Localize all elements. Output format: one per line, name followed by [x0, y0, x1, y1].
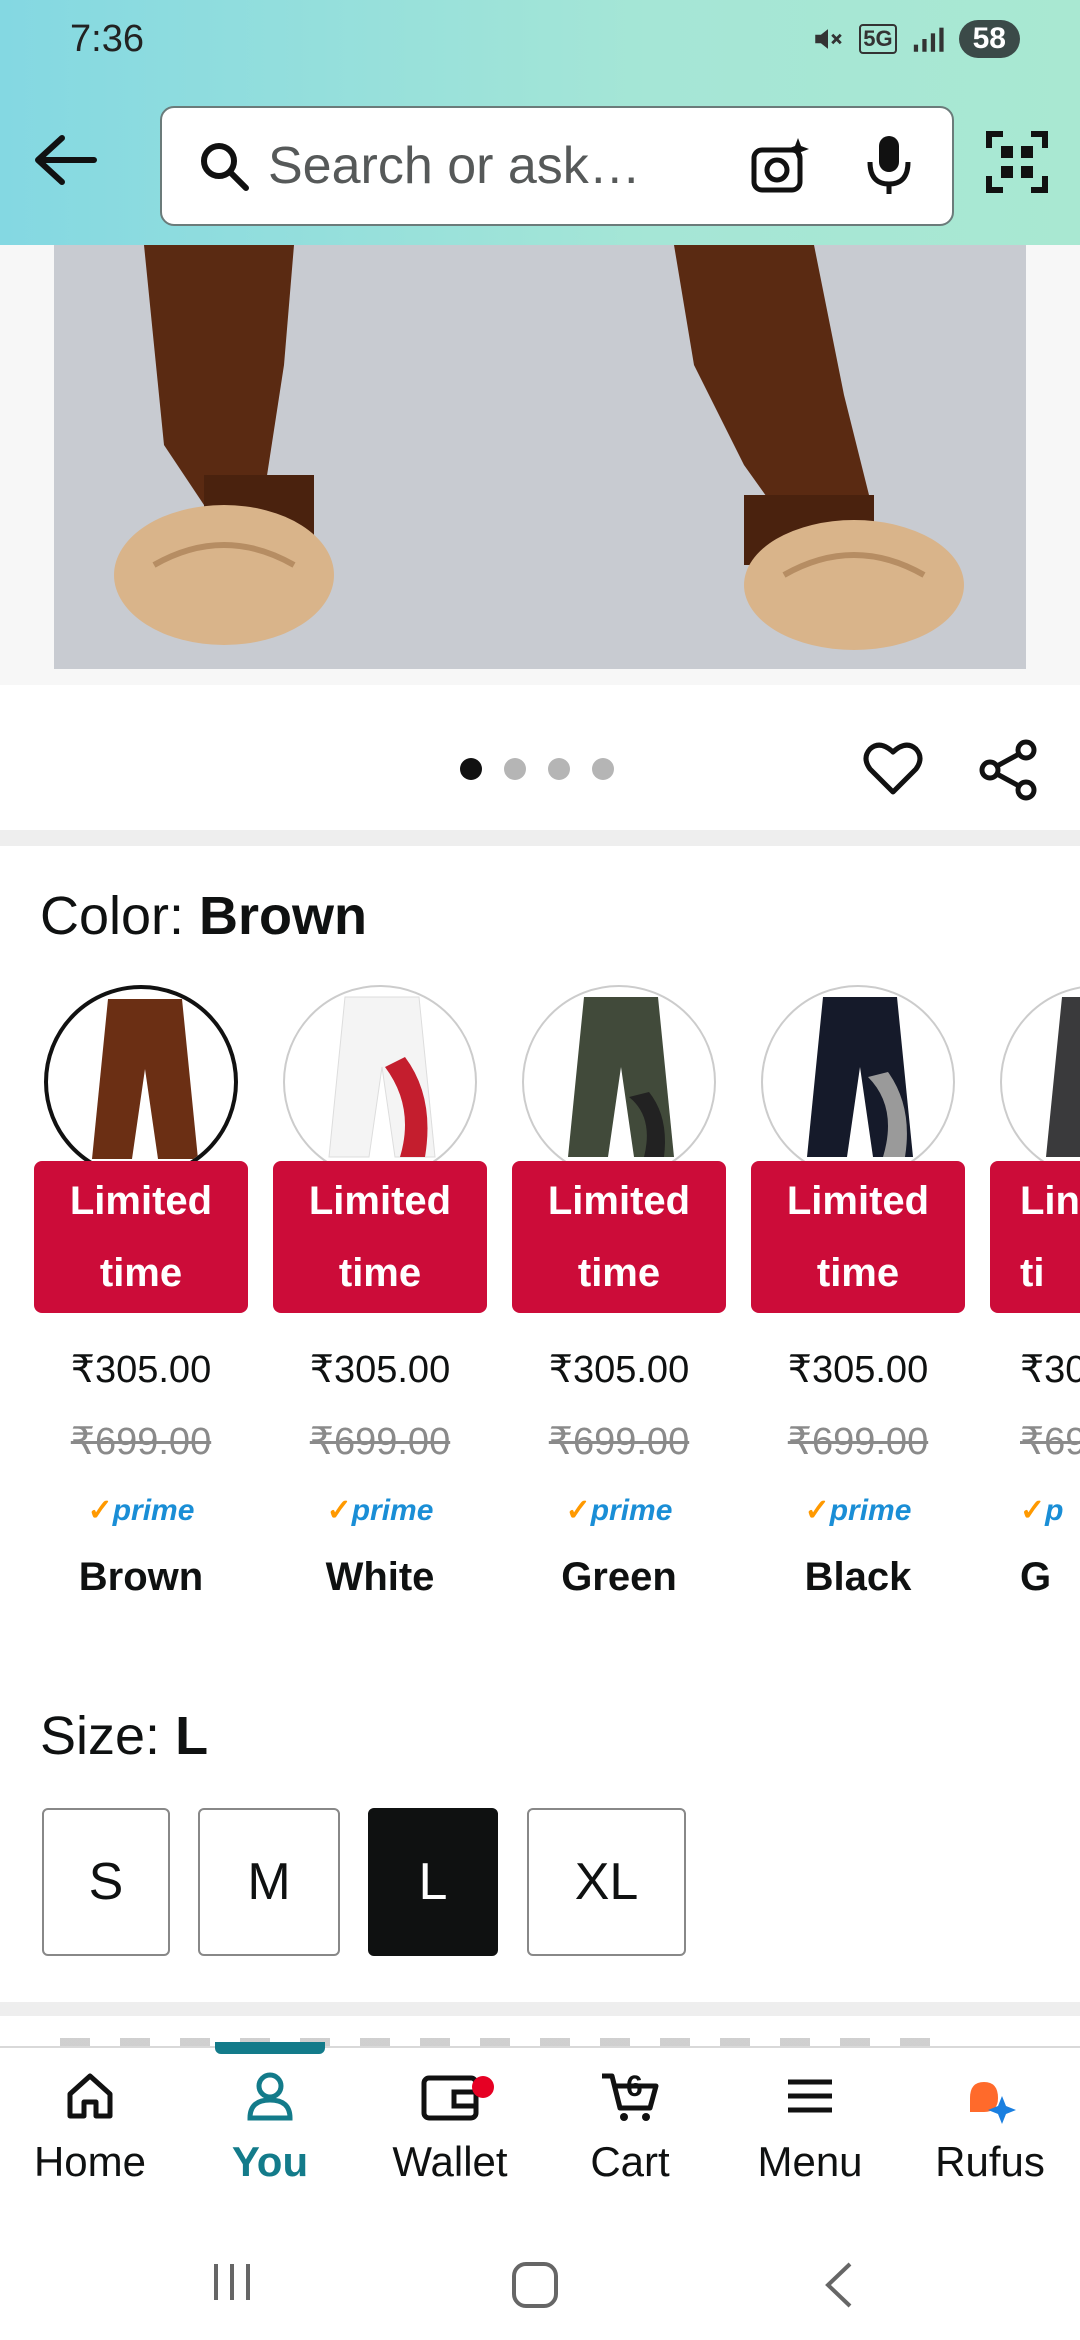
nav-rufus[interactable]: Rufus	[900, 2068, 1080, 2186]
limited-time-badge: Limited time	[512, 1161, 726, 1313]
color-swatch-black[interactable]: Limited time ₹305.00 ₹699.00 ✓prime Black	[751, 985, 965, 1625]
limited-time-badge: Lin ti	[990, 1161, 1080, 1313]
color-swatch-green[interactable]: Limited time ₹305.00 ₹699.00 ✓prime Green	[512, 985, 726, 1625]
swatch-name: Black	[804, 1555, 912, 1599]
prime-logo: ✓prime	[565, 1494, 673, 1527]
swatch-name: White	[325, 1555, 435, 1599]
color-swatch-brown[interactable]: Limited time ₹305.00 ₹699.00 ✓prime Brown	[34, 985, 248, 1625]
color-swatch-partial[interactable]: Lin ti ₹30 ₹69 ✓p G	[990, 985, 1080, 1625]
prime-logo: ✓prime	[87, 1494, 195, 1527]
selected-size: L	[175, 1706, 209, 1766]
home-icon	[67, 2073, 113, 2119]
back-arrow-icon[interactable]	[30, 130, 100, 190]
nav-label: Wallet	[392, 2138, 508, 2185]
nav-label: Menu	[757, 2138, 863, 2185]
recent-apps-icon[interactable]	[210, 2260, 254, 2304]
product-image[interactable]	[54, 245, 1026, 669]
camera-search-icon[interactable]	[748, 134, 812, 198]
home-button-icon[interactable]	[510, 2260, 560, 2310]
swatch-image[interactable]	[761, 985, 955, 1179]
rufus-assistant-icon	[970, 2082, 1016, 2124]
notification-dot	[472, 2076, 494, 2098]
swatch-name: Green	[561, 1555, 677, 1599]
microphone-icon[interactable]	[864, 132, 914, 198]
nav-home[interactable]: Home	[0, 2068, 180, 2186]
search-icon	[201, 143, 249, 191]
swatch-price: ₹305.00	[548, 1349, 690, 1391]
bottom-navigation: Home You Wallet 6 Cart Menu Rufus	[0, 2042, 1080, 2218]
swatch-price: ₹305.00	[70, 1349, 212, 1391]
mute-icon	[815, 29, 843, 49]
swatch-price: ₹30	[1020, 1349, 1080, 1391]
qr-scanner-icon[interactable]	[985, 130, 1049, 194]
pagination-dot[interactable]	[460, 758, 482, 780]
swatch-image[interactable]	[44, 985, 238, 1179]
prime-logo: ✓p	[1020, 1494, 1064, 1527]
size-heading: Size: L	[40, 1705, 208, 1767]
status-time: 7:36	[70, 18, 144, 60]
search-placeholder: Search or ask…	[268, 137, 641, 195]
swatch-price: ₹305.00	[309, 1349, 451, 1391]
selected-color: Brown	[199, 886, 368, 946]
battery-indicator: 58	[958, 20, 1020, 58]
product-image-area[interactable]	[0, 245, 1080, 685]
nav-cart[interactable]: 6 Cart	[540, 2068, 720, 2186]
image-pagination[interactable]	[460, 758, 614, 780]
pagination-dot[interactable]	[592, 758, 614, 780]
wallet-icon	[421, 2075, 479, 2121]
size-option-xl[interactable]: XL	[527, 1808, 686, 1956]
swatch-mrp: ₹699.00	[787, 1421, 929, 1463]
swatch-mrp: ₹699.00	[70, 1421, 212, 1463]
nav-label: You	[231, 2138, 309, 2185]
limited-time-badge: Limited time	[34, 1161, 248, 1313]
size-option-l[interactable]: L	[368, 1808, 498, 1956]
share-icon[interactable]	[976, 738, 1040, 802]
color-swatch-white[interactable]: Limited time ₹305.00 ₹699.00 ✓prime White	[273, 985, 487, 1625]
active-tab-indicator	[215, 2042, 325, 2054]
swatch-mrp: ₹699.00	[548, 1421, 690, 1463]
limited-time-badge: Limited time	[273, 1161, 487, 1313]
top-bar: 7:36 5G 58 Search or ask…	[0, 0, 1080, 245]
section-divider	[0, 830, 1080, 846]
swatch-image[interactable]	[522, 985, 716, 1179]
prime-logo: ✓prime	[326, 1494, 434, 1527]
nav-label: Rufus	[935, 2138, 1045, 2185]
person-icon	[247, 2072, 293, 2121]
nav-menu[interactable]: Menu	[720, 2068, 900, 2186]
swatch-name: G	[1020, 1555, 1052, 1599]
pagination-dot[interactable]	[548, 758, 570, 780]
prime-logo: ✓prime	[804, 1494, 912, 1527]
swatch-mrp: ₹699.00	[309, 1421, 451, 1463]
wishlist-heart-icon[interactable]	[862, 738, 924, 800]
nav-wallet[interactable]: Wallet	[360, 2068, 540, 2186]
system-navigation-bar	[0, 2216, 1080, 2340]
size-option-s[interactable]: S	[42, 1808, 170, 1956]
swatch-mrp: ₹69	[1020, 1421, 1080, 1463]
cart-count: 6	[626, 2070, 643, 2103]
color-heading: Color: Brown	[40, 885, 367, 947]
swatch-name: Brown	[78, 1555, 204, 1599]
nav-label: Cart	[590, 2138, 670, 2185]
nav-label: Home	[33, 2138, 147, 2185]
search-input[interactable]: Search or ask…	[160, 106, 954, 226]
pagination-dot[interactable]	[504, 758, 526, 780]
signal-icon	[913, 27, 944, 52]
section-divider	[0, 2002, 1080, 2016]
swatch-price: ₹305.00	[787, 1349, 929, 1391]
size-option-m[interactable]: M	[198, 1808, 340, 1956]
swatch-image[interactable]	[283, 985, 477, 1179]
limited-time-badge: Limited time	[751, 1161, 965, 1313]
color-label-text: Color:	[40, 886, 200, 946]
status-icons: 5G 58	[811, 20, 1020, 58]
nav-you[interactable]: You	[180, 2068, 360, 2186]
swatch-image[interactable]	[1000, 985, 1080, 1179]
size-label-text: Size:	[40, 1706, 176, 1766]
network-label: 5G	[859, 24, 897, 54]
hamburger-menu-icon	[788, 2079, 832, 2113]
system-back-icon[interactable]	[820, 2260, 860, 2310]
next-section-peek	[0, 2016, 1080, 2046]
